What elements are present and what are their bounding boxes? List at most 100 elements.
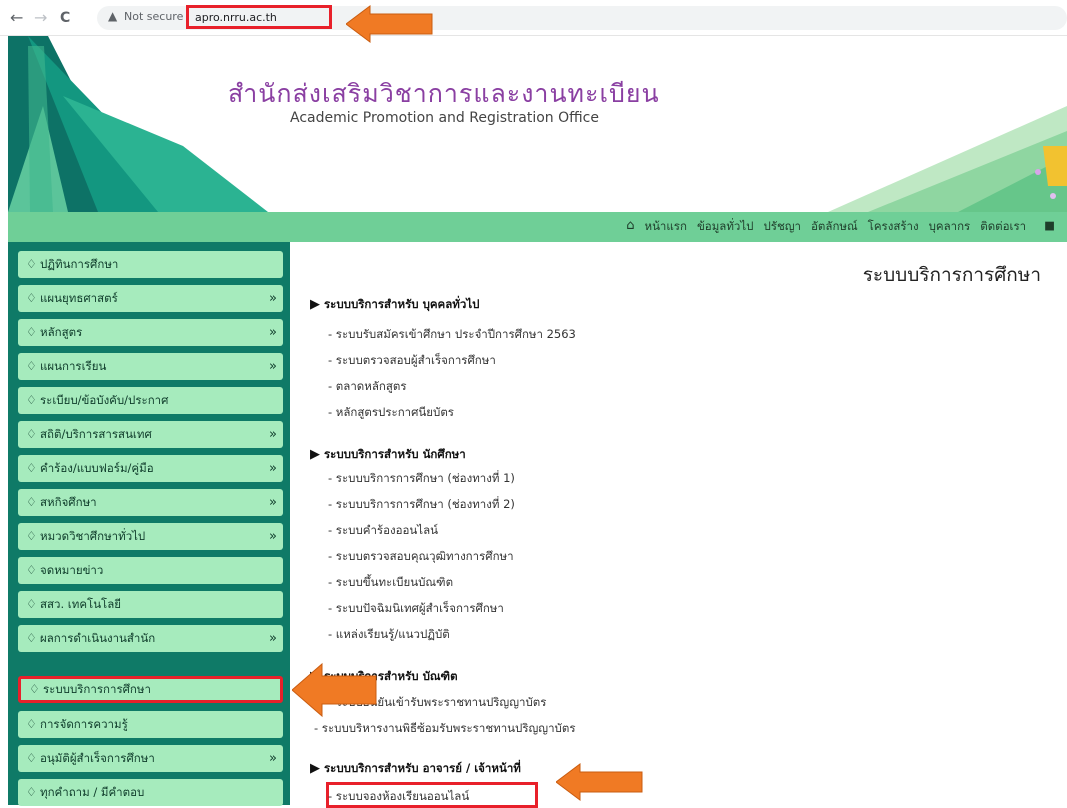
link-learning-resources[interactable]: - แหล่งเรียนรู้/แนวปฏิบัติ	[328, 626, 450, 644]
chevron-right-icon: »	[269, 427, 277, 442]
page-title: ระบบบริการการศึกษา	[862, 264, 1041, 286]
link-online-petition[interactable]: - ระบบคำร้องออนไลน์	[328, 522, 438, 540]
link-service-channel-1[interactable]: - ระบบบริการการศึกษา (ช่องทางที่ 1)	[328, 470, 515, 488]
url-highlight[interactable]: apro.nrru.ac.th	[186, 5, 332, 29]
triangle-right-icon: ▶	[310, 447, 320, 462]
chevron-right-icon: »	[269, 631, 277, 646]
nav-identity[interactable]: อัตลักษณ์	[811, 218, 858, 236]
nav-home[interactable]: หน้าแรก	[644, 218, 686, 236]
bulb-icon: ♢	[26, 751, 37, 765]
bulb-icon: ♢	[26, 597, 37, 611]
security-label[interactable]: Not secure	[124, 10, 183, 23]
sidebar-item-faq[interactable]: ♢ ทุกคำถาม / มีคำตอบ	[18, 779, 283, 806]
site-title: สำนักส่งเสริมวิชาการและงานทะเบียน	[228, 79, 660, 108]
site-subtitle: Academic Promotion and Registration Offi…	[290, 110, 599, 126]
back-icon[interactable]: ←	[10, 8, 23, 28]
arrow-left-icon	[346, 5, 433, 43]
link-room-booking[interactable]: - ระบบจองห้องเรียนออนไลน์	[328, 788, 469, 806]
home-icon[interactable]: ⌂	[626, 218, 634, 236]
sidebar: ♢ ปฏิทินการศึกษา ♢ แผนยุทธศาสตร์» ♢ หลักสูต…	[8, 242, 290, 806]
sidebar-item-knowledge-management[interactable]: ♢ การจัดการความรู้	[18, 711, 283, 738]
top-nav-items: ⌂ หน้าแรก ข้อมูลทั่วไป ปรัชญา อัตลักษณ์ …	[626, 218, 1055, 236]
sidebar-item-regulations[interactable]: ♢ ระเบียบ/ข้อบังคับ/ประกาศ	[18, 387, 283, 414]
bulb-icon: ♢	[26, 291, 37, 305]
nav-personnel[interactable]: บุคลากร	[929, 218, 971, 236]
sidebar-item-label: สหกิจศึกษา	[40, 495, 97, 509]
warning-icon: ▲	[108, 9, 118, 23]
sidebar-item-label: คำร้อง/แบบฟอร์ม/คู่มือ	[40, 461, 154, 475]
sidebar-item-education-services[interactable]: ♢ ระบบบริการการศึกษา	[18, 676, 283, 703]
bulb-icon: ♢	[26, 393, 37, 407]
bulb-icon: ♢	[26, 427, 37, 441]
sidebar-item-label: แผนยุทธศาสตร์	[40, 291, 118, 305]
section-heading-staff: ▶ ระบบบริการสำหรับ อาจารย์ / เจ้าหน้าที่	[310, 761, 521, 776]
sidebar-item-label: หลักสูตร	[40, 325, 83, 339]
arrow-left-icon	[292, 662, 377, 718]
browser-toolbar: ← → C ▲ Not secure apro.nrru.ac.th	[0, 0, 1067, 36]
bulb-icon: ♢	[26, 563, 37, 577]
bulb-icon: ♢	[26, 359, 37, 373]
sidebar-item-label: การจัดการความรู้	[40, 717, 128, 731]
link-graduate-registration[interactable]: - ระบบขึ้นทะเบียนบัณฑิต	[328, 574, 453, 592]
sidebar-item-study-plan[interactable]: ♢ แผนการเรียน »	[18, 353, 283, 380]
triangle-right-icon: ▶	[310, 297, 320, 312]
bulb-icon: ♢	[26, 717, 37, 731]
site-header: สำนักส่งเสริมวิชาการและงานทะเบียน Academ…	[8, 36, 1067, 212]
chevron-right-icon: »	[269, 359, 277, 374]
sidebar-item-calendar[interactable]: ♢ ปฏิทินการศึกษา	[18, 251, 283, 278]
nav-general-info[interactable]: ข้อมูลทั่วไป	[697, 218, 754, 236]
reload-icon[interactable]: C	[60, 8, 70, 28]
chevron-right-icon: »	[269, 529, 277, 544]
chevron-right-icon: »	[269, 461, 277, 476]
sidebar-item-label: อนุมัติผู้สำเร็จการศึกษา	[40, 751, 155, 765]
sidebar-item-statistics[interactable]: ♢ สถิติ/บริการสารสนเทศ »	[18, 421, 283, 448]
link-admission[interactable]: - ระบบรับสมัครเข้าศึกษา ประจำปีการศึกษา …	[328, 326, 576, 344]
triangle-right-icon: ▶	[310, 761, 320, 776]
sidebar-item-curriculum[interactable]: ♢ หลักสูตร »	[18, 319, 283, 346]
bulb-icon: ♢	[29, 682, 40, 696]
sidebar-item-label: ระเบียบ/ข้อบังคับ/ประกาศ	[40, 393, 169, 407]
bulb-icon: ♢	[26, 529, 37, 543]
sidebar-item-forms[interactable]: ♢ คำร้อง/แบบฟอร์ม/คู่มือ »	[18, 455, 283, 482]
sidebar-item-label: สถิติ/บริการสารสนเทศ	[40, 427, 152, 441]
sidebar-item-general-education[interactable]: ♢ หมวดวิชาศึกษาทั่วไป »	[18, 523, 283, 550]
lock-icon[interactable]: ■	[1044, 218, 1055, 236]
section-heading-students: ▶ ระบบบริการสำหรับ นักศึกษา	[310, 447, 466, 462]
chevron-right-icon: »	[269, 325, 277, 340]
sidebar-item-coop[interactable]: ♢ สหกิจศึกษา »	[18, 489, 283, 516]
link-qualification-check[interactable]: - ระบบตรวจสอบคุณวุฒิทางการศึกษา	[328, 548, 514, 566]
sidebar-item-label: ผลการดำเนินงานสำนัก	[40, 631, 156, 645]
sidebar-item-graduate-approval[interactable]: ♢ อนุมัติผู้สำเร็จการศึกษา »	[18, 745, 283, 772]
chevron-right-icon: »	[269, 291, 277, 306]
arrow-left-icon	[556, 763, 643, 801]
sidebar-item-technology[interactable]: ♢ สสว. เทคโนโลยี	[18, 591, 283, 618]
bulb-icon: ♢	[26, 257, 37, 271]
sidebar-item-label: ทุกคำถาม / มีคำตอบ	[40, 785, 145, 799]
nav-structure[interactable]: โครงสร้าง	[868, 218, 919, 236]
chevron-right-icon: »	[269, 495, 277, 510]
bulb-icon: ♢	[26, 461, 37, 475]
section-heading-public: ▶ ระบบบริการสำหรับ บุคคลทั่วไป	[310, 297, 480, 312]
sidebar-item-label: ระบบบริการการศึกษา	[43, 682, 151, 696]
link-graduate-check[interactable]: - ระบบตรวจสอบผู้สำเร็จการศึกษา	[328, 352, 496, 370]
link-rehearsal-management[interactable]: - ระบบบริหารงานพิธีซ้อมรับพระราชทานปริญญ…	[314, 720, 576, 738]
link-orientation[interactable]: - ระบบปัจฉิมนิเทศผู้สำเร็จการศึกษา	[328, 600, 504, 618]
nav-philosophy[interactable]: ปรัชญา	[763, 218, 801, 236]
sidebar-item-strategy[interactable]: ♢ แผนยุทธศาสตร์ »	[18, 285, 283, 312]
bulb-icon: ♢	[26, 785, 37, 799]
bulb-icon: ♢	[26, 495, 37, 509]
sidebar-item-label: ปฏิทินการศึกษา	[40, 257, 119, 271]
sidebar-item-label: สสว. เทคโนโลยี	[40, 597, 122, 611]
main-content: ระบบบริการการศึกษา ▶ ระบบบริการสำหรับ บุค…	[290, 242, 1067, 808]
sidebar-item-performance[interactable]: ♢ ผลการดำเนินงานสำนัก »	[18, 625, 283, 652]
nav-contact[interactable]: ติดต่อเรา	[980, 218, 1026, 236]
link-service-channel-2[interactable]: - ระบบบริการการศึกษา (ช่องทางที่ 2)	[328, 496, 515, 514]
sidebar-item-label: หมวดวิชาศึกษาทั่วไป	[40, 529, 146, 543]
forward-icon[interactable]: →	[34, 8, 47, 28]
sidebar-item-newsletter[interactable]: ♢ จดหมายข่าว	[18, 557, 283, 584]
bulb-icon: ♢	[26, 631, 37, 645]
link-certificate-programs[interactable]: - หลักสูตรประกาศนียบัตร	[328, 404, 454, 422]
chevron-right-icon: »	[269, 751, 277, 766]
url-text[interactable]: apro.nrru.ac.th	[195, 11, 277, 24]
link-curriculum-market[interactable]: - ตลาดหลักสูตร	[328, 378, 407, 396]
